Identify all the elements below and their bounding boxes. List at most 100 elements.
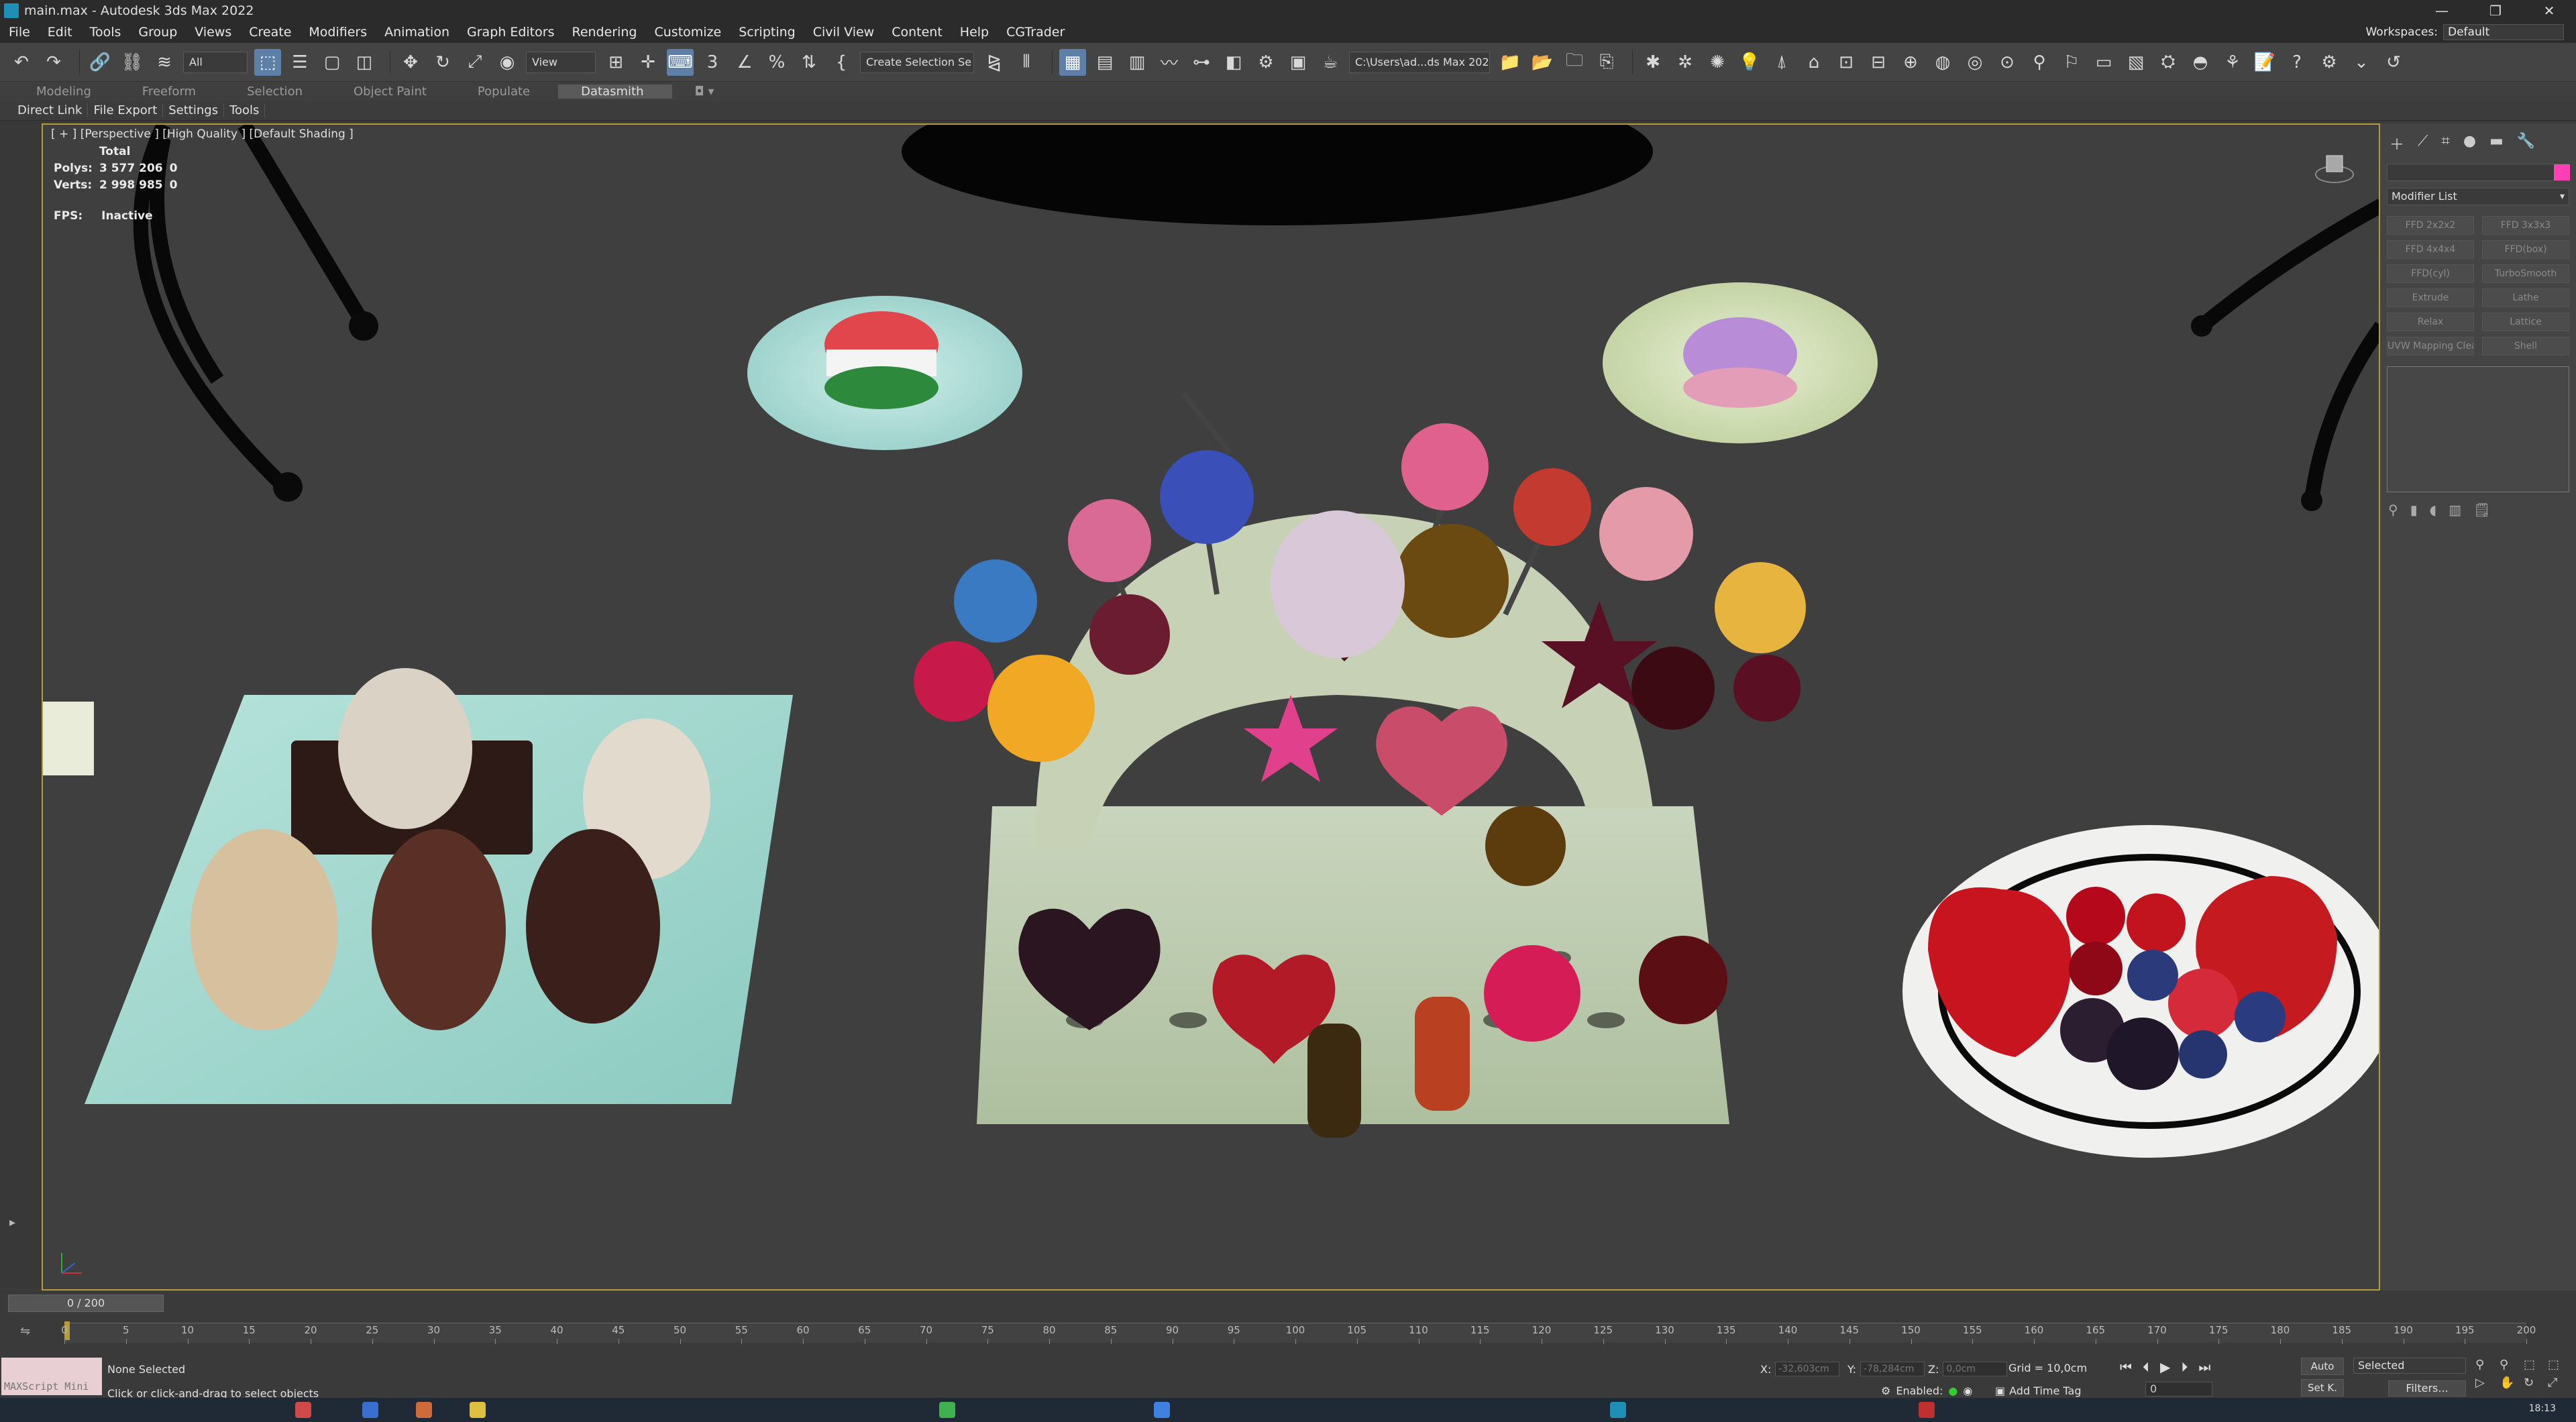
subtab-settings[interactable]: Settings: [163, 103, 225, 117]
menu-file[interactable]: File: [0, 25, 39, 40]
ref-coord-dropdown[interactable]: View: [526, 51, 596, 73]
plugin-icon-15[interactable]: ▧: [2123, 49, 2149, 76]
angle-snap-icon[interactable]: ∠: [731, 49, 758, 76]
plugin-icon-9[interactable]: ◍: [1929, 49, 1956, 76]
render-setup-icon[interactable]: ⚙: [1252, 49, 1279, 76]
close-button[interactable]: ✕: [2522, 0, 2576, 21]
y-field[interactable]: -78,284cm: [1860, 1362, 1925, 1376]
modifier-ffd-cyl[interactable]: FFD(cyl): [2387, 264, 2474, 283]
menu-cgtrader[interactable]: CGTrader: [998, 25, 1073, 40]
plugin-icon-14[interactable]: ▭: [2090, 49, 2117, 76]
pivot-icon[interactable]: ⊞: [602, 49, 629, 76]
menu-modifiers[interactable]: Modifiers: [300, 25, 376, 40]
save-folder-icon[interactable]: 🗀: [1561, 49, 1588, 76]
plugin-icon-4[interactable]: ⍋: [1768, 49, 1795, 76]
track-bar[interactable]: ⇋ 0 5 10 15 20 25 30 35 40 45 50 55 60 65 70 75 80 85 90 95…: [0, 1317, 2576, 1348]
create-tab-icon[interactable]: ＋: [2390, 133, 2404, 154]
modifier-turbosmooth[interactable]: TurboSmooth: [2482, 264, 2569, 283]
remove-modifier-icon[interactable]: ▥: [2449, 502, 2461, 518]
scene-explorer-icon[interactable]: ▦: [1059, 48, 1086, 76]
notes-icon[interactable]: 📝: [2251, 49, 2278, 76]
plugin-icon-3[interactable]: ✺: [1704, 49, 1731, 76]
perspective-viewport[interactable]: [ + ] [Perspective ] [High Quality ] [De…: [42, 123, 2380, 1291]
unlink-icon[interactable]: ⛓: [119, 49, 146, 76]
key-filters-button[interactable]: Filters...: [2388, 1380, 2466, 1397]
previous-frame-icon[interactable]: ⏴: [2143, 1359, 2149, 1375]
go-to-end-icon[interactable]: ⏭: [2198, 1359, 2210, 1375]
selection-filter-dropdown[interactable]: All: [183, 51, 248, 73]
taskbar-app-icon[interactable]: [1154, 1402, 1170, 1418]
zoom-extents-icon[interactable]: ⬚: [2524, 1358, 2545, 1372]
select-manipulate-icon[interactable]: ✛: [635, 49, 661, 76]
menu-edit[interactable]: Edit: [39, 25, 81, 40]
motion-tab-icon[interactable]: ●: [2463, 133, 2476, 154]
pan-icon[interactable]: ✋: [2500, 1376, 2521, 1390]
x-field[interactable]: -32,603cm: [1775, 1362, 1840, 1376]
taskbar-3dsmax-icon[interactable]: [1610, 1402, 1626, 1418]
enabled-toggle-icon[interactable]: ◉: [1963, 1384, 1972, 1397]
modifier-lathe[interactable]: Lathe: [2482, 288, 2569, 307]
plugin-icon-1[interactable]: ✱: [1640, 49, 1666, 76]
configure-sets-icon[interactable]: 🗒: [2473, 502, 2490, 518]
settings-icon[interactable]: ⚙: [2316, 49, 2343, 76]
utilities-tab-icon[interactable]: 🔧: [2517, 133, 2535, 154]
track-bar-toggle-icon[interactable]: ⇋: [20, 1324, 30, 1338]
collapse-toolbar-icon[interactable]: ⌄: [2348, 49, 2375, 76]
tab-modeling[interactable]: Modeling: [13, 85, 119, 99]
time-slider[interactable]: 0 / 200: [0, 1291, 2576, 1317]
object-color-swatch[interactable]: [2554, 164, 2570, 180]
menu-help[interactable]: Help: [951, 25, 998, 40]
project-folder-icon[interactable]: 📁: [1497, 49, 1523, 76]
project-path-dropdown[interactable]: C:\Users\ad...ds Max 2022: [1349, 51, 1490, 73]
workspaces-dropdown[interactable]: Default: [2443, 24, 2564, 40]
open-folder-icon[interactable]: 📂: [1529, 49, 1556, 76]
export-folder-icon[interactable]: ⎘: [1593, 49, 1620, 76]
tab-populate[interactable]: Populate: [455, 85, 558, 99]
modifier-shell[interactable]: Shell: [2482, 337, 2569, 356]
tab-datasmith[interactable]: Datasmith: [558, 84, 672, 99]
snaps-toggle-icon[interactable]: 3: [699, 49, 726, 76]
render-icon[interactable]: ☕: [1317, 49, 1344, 76]
taskbar-app-icon[interactable]: [1919, 1402, 1935, 1418]
plugin-icon-10[interactable]: ◎: [1962, 49, 1988, 76]
tab-object-paint[interactable]: Object Paint: [331, 85, 455, 99]
menu-civil-view[interactable]: Civil View: [804, 25, 883, 40]
place-icon[interactable]: ◉: [494, 49, 521, 76]
adaptive-icon[interactable]: ⚙: [1881, 1384, 1890, 1397]
taskbar-app-icon[interactable]: [416, 1402, 432, 1418]
taskbar-app-icon[interactable]: [362, 1402, 378, 1418]
restore-button[interactable]: ❐: [2469, 0, 2522, 21]
help-icon[interactable]: ?: [2284, 49, 2310, 76]
zoom-icon[interactable]: ⚲: [2475, 1358, 2497, 1372]
menu-content[interactable]: Content: [883, 25, 951, 40]
zoom-all-icon[interactable]: ⚲: [2500, 1358, 2521, 1372]
plugin-icon-18[interactable]: ⚘: [2219, 49, 2246, 76]
light-icon[interactable]: 💡: [1736, 49, 1763, 76]
modifier-list-dropdown[interactable]: Modifier List ▾: [2387, 188, 2569, 205]
plugin-icon-8[interactable]: ⊕: [1897, 49, 1924, 76]
curve-editor-icon[interactable]: 〰: [1156, 49, 1183, 76]
plugin-icon-12[interactable]: ⚲: [2026, 49, 2053, 76]
play-icon[interactable]: ▶: [2160, 1359, 2170, 1375]
rect-region-icon[interactable]: ▢: [319, 49, 345, 76]
percent-snap-icon[interactable]: %: [763, 49, 790, 76]
maximize-viewport-icon[interactable]: ⤢: [2548, 1376, 2569, 1390]
taskbar-app-icon[interactable]: [470, 1402, 486, 1418]
modify-tab-icon[interactable]: ⟋: [2418, 133, 2428, 154]
current-frame-field[interactable]: 0: [2145, 1382, 2212, 1397]
z-field[interactable]: 0,0cm: [1943, 1362, 2008, 1376]
add-time-tag[interactable]: ▣ Add Time Tag: [1995, 1384, 2082, 1397]
plugin-icon-2[interactable]: ✲: [1672, 49, 1699, 76]
menu-tools[interactable]: Tools: [81, 25, 130, 40]
menu-views[interactable]: Views: [186, 25, 240, 40]
schematic-view-icon[interactable]: ⊶: [1188, 49, 1215, 76]
plugin-icon-6[interactable]: ⊡: [1833, 49, 1860, 76]
plugin-icon-11[interactable]: ⊙: [1994, 49, 2021, 76]
modifier-lattice[interactable]: Lattice: [2482, 313, 2569, 331]
edit-named-selection-icon[interactable]: {: [828, 49, 855, 76]
link-icon[interactable]: 🔗: [87, 49, 113, 76]
plugin-icon-7[interactable]: ⊟: [1865, 49, 1892, 76]
menu-create[interactable]: Create: [240, 25, 300, 40]
modifier-stack[interactable]: [2387, 366, 2569, 492]
keyboard-shortcut-override-icon[interactable]: ⌨: [667, 48, 694, 76]
